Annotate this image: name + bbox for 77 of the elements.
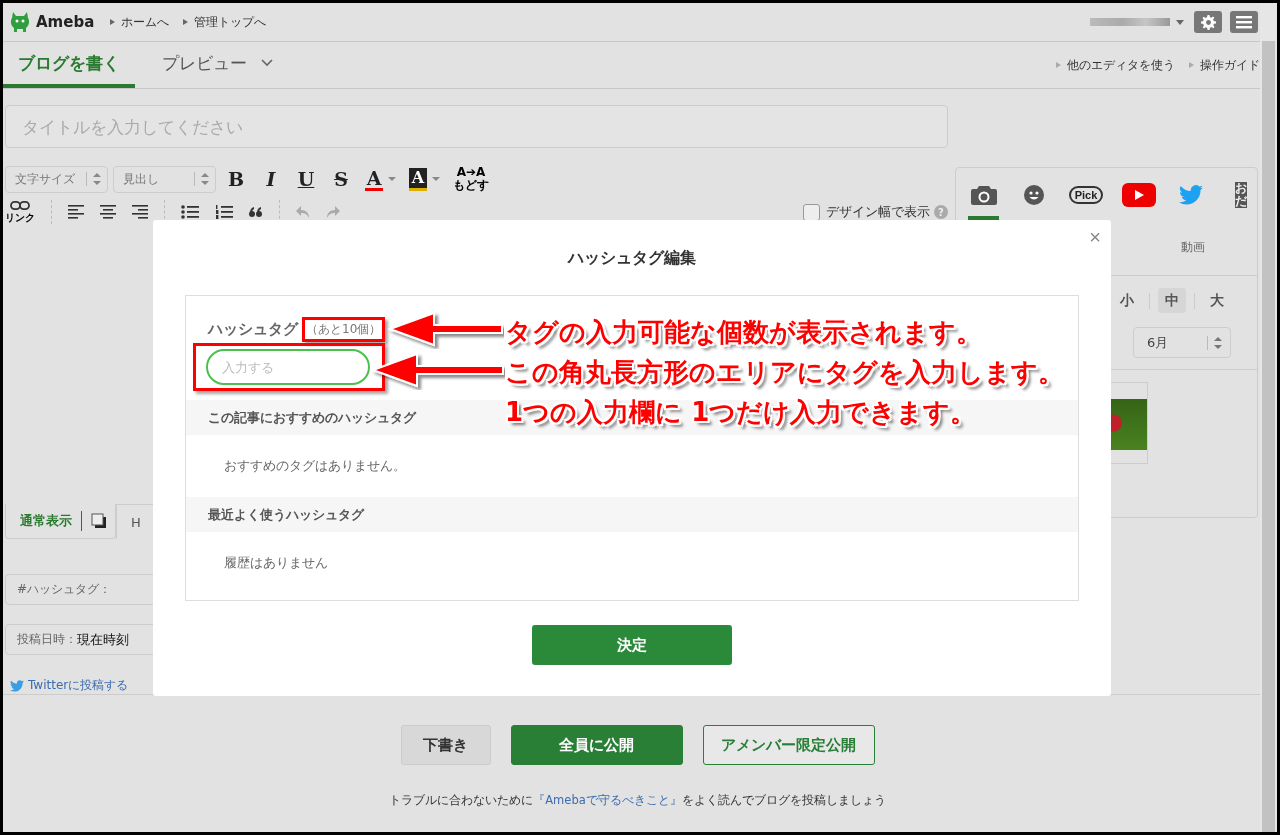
- close-button[interactable]: ×: [1085, 226, 1105, 249]
- reset-format-button[interactable]: A➔A もどす: [453, 166, 489, 192]
- save-draft-button[interactable]: 下書き: [400, 725, 491, 765]
- hashtag-input[interactable]: 入力する: [206, 349, 370, 385]
- confirm-button[interactable]: 決定: [532, 625, 732, 665]
- bullet-list-icon[interactable]: [181, 205, 199, 219]
- size-option[interactable]: 中: [1158, 288, 1186, 313]
- checkbox[interactable]: [803, 203, 820, 221]
- nav-link[interactable]: ホームへ: [121, 13, 170, 31]
- checkbox-label[interactable]: デザイン幅で表示: [826, 203, 930, 221]
- up-down-arrows-icon[interactable]: [201, 173, 209, 185]
- twitter-post-link[interactable]: Twitterに投稿する: [10, 677, 129, 694]
- align-center-icon[interactable]: [100, 205, 116, 219]
- numbered-list-icon[interactable]: [215, 205, 233, 219]
- triangle-icon: [110, 19, 116, 25]
- remaining-count: （あと10個）: [302, 317, 386, 342]
- triangle-icon: [183, 19, 189, 25]
- bird-icon: [1179, 185, 1203, 205]
- size-option[interactable]: 大: [1203, 288, 1231, 313]
- triangle-icon: [1189, 62, 1194, 68]
- caret-icon[interactable]: [432, 177, 440, 181]
- members-publish-button[interactable]: アメンバー限定公開: [702, 725, 875, 765]
- caret-icon[interactable]: [1176, 19, 1184, 25]
- media-tool-tab[interactable]: Pick: [1068, 174, 1104, 220]
- editor-tab[interactable]: ブログを書く: [3, 42, 135, 88]
- scrollbar[interactable]: [1260, 3, 1277, 832]
- annotation-text: タグの入力可能な個数が表示されます。: [505, 316, 983, 349]
- panel-tab[interactable]: 動画: [1181, 239, 1205, 256]
- smiley-icon: [1024, 185, 1044, 205]
- settings-button[interactable]: [1194, 11, 1222, 33]
- hashtag-label: ハッシュタグ: [208, 320, 298, 339]
- format-button[interactable]: I: [256, 168, 286, 190]
- align-right-icon[interactable]: [132, 205, 148, 219]
- select-field[interactable]: 見出し: [113, 165, 216, 193]
- logo-text[interactable]: Ameba: [36, 13, 95, 31]
- format-button[interactable]: U: [291, 168, 321, 190]
- empty-message: 履歴はありません: [223, 554, 329, 572]
- publish-button[interactable]: 全員に公開: [510, 725, 683, 765]
- format-button[interactable]: B: [221, 168, 251, 190]
- up-down-arrows-icon[interactable]: [93, 173, 101, 185]
- title-field[interactable]: タイトルを入力してください: [5, 105, 948, 148]
- camera-icon: [970, 185, 997, 205]
- triangle-icon: [1056, 62, 1061, 68]
- text-color-button[interactable]: A: [365, 167, 383, 191]
- quote-icon[interactable]: [249, 207, 263, 217]
- select-field[interactable]: 文字サイズ: [5, 165, 108, 193]
- post-date-label: 投稿日時：: [17, 631, 77, 648]
- caret-icon[interactable]: [388, 177, 396, 181]
- annotation-text: 1つの入力欄に 1つだけ入力できます。: [505, 396, 978, 429]
- notice-text: トラブルに合わないために『Amebaで守るべきこと』をよく読んでブログを投稿しましょう: [389, 793, 886, 808]
- play-button-icon: [1122, 183, 1157, 207]
- menu-icon[interactable]: [1236, 15, 1252, 29]
- up-down-arrows-icon[interactable]: [1214, 336, 1222, 349]
- month-select[interactable]: 6月: [1133, 327, 1231, 358]
- dialog-title: ハッシュタグ編集: [568, 248, 696, 269]
- guidelines-link[interactable]: 『Amebaで守るべきこと』: [533, 793, 682, 807]
- size-option[interactable]: 小: [1113, 288, 1141, 313]
- chevron-down-icon[interactable]: [261, 59, 273, 67]
- logo-icon[interactable]: [10, 11, 30, 33]
- window-icon[interactable]: [91, 513, 107, 529]
- editor-link[interactable]: 他のエディタを使う: [1067, 56, 1175, 74]
- align-left-icon[interactable]: [68, 205, 84, 219]
- editor-tab[interactable]: プレビュー: [147, 42, 288, 88]
- editor-link[interactable]: 操作ガイド: [1200, 56, 1260, 74]
- nav-link[interactable]: 管理トップへ: [194, 13, 267, 31]
- post-date-value: 現在時刻: [77, 630, 129, 649]
- chain-link-icon: [10, 201, 30, 210]
- link-button[interactable]: リンク: [5, 201, 35, 223]
- annotation-text: この角丸長方形のエリアにタグを入力します。: [505, 356, 1064, 389]
- format-button[interactable]: S: [326, 168, 356, 190]
- highlight-color-button[interactable]: A: [409, 167, 427, 191]
- menu-button[interactable]: [1230, 11, 1258, 33]
- gear-icon[interactable]: [1200, 14, 1216, 30]
- empty-message: おすすめのタグはありません。: [223, 457, 407, 475]
- section-heading: 最近よく使うハッシュタグ: [186, 497, 1078, 532]
- media-tool-tab[interactable]: おだ: [1225, 174, 1257, 220]
- bird-icon: [10, 679, 24, 692]
